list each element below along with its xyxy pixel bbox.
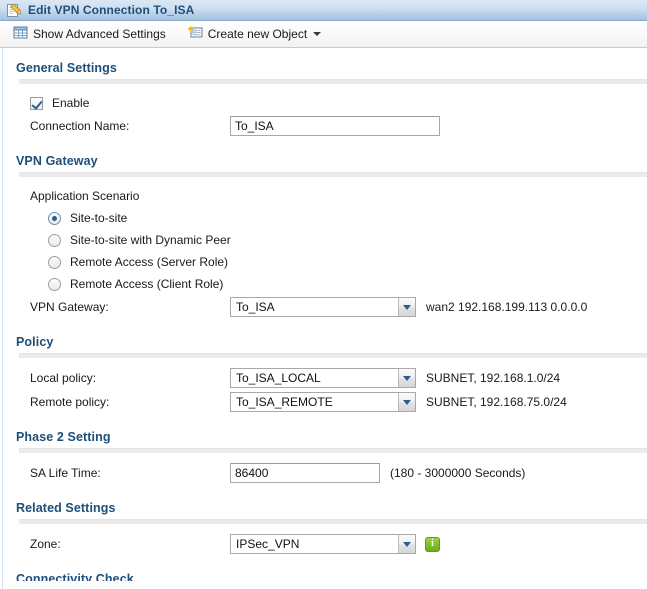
application-scenario-label: Application Scenario bbox=[30, 189, 140, 203]
create-new-object-button[interactable]: Create new Object bbox=[184, 24, 325, 45]
sa-life-time-label: SA Life Time: bbox=[30, 466, 101, 480]
zone-row: Zone: IPSec_VPN i bbox=[0, 532, 647, 556]
window-toolbar: Show Advanced Settings Create new Object bbox=[0, 21, 647, 48]
radio-remote-access-server-role[interactable] bbox=[48, 255, 61, 269]
scenario-option-remote-access-server[interactable]: Remote Access (Server Role) bbox=[0, 251, 647, 273]
vpn-gateway-label: VPN Gateway: bbox=[30, 300, 109, 314]
radio-site-to-site[interactable] bbox=[48, 211, 61, 225]
scenario-option-remote-access-client[interactable]: Remote Access (Client Role) bbox=[0, 273, 647, 295]
radio-label: Site-to-site with Dynamic Peer bbox=[70, 233, 231, 247]
create-new-object-label: Create new Object bbox=[207, 27, 308, 41]
left-accent-rule bbox=[2, 48, 3, 589]
vpn-gateway-selected-value: To_ISA bbox=[236, 300, 275, 314]
chevron-down-icon bbox=[403, 304, 411, 310]
zone-selected-value: IPSec_VPN bbox=[236, 537, 300, 551]
radio-site-to-site-dynamic-peer[interactable] bbox=[48, 233, 61, 247]
dropdown-button[interactable] bbox=[398, 298, 415, 316]
remote-policy-label: Remote policy: bbox=[30, 395, 110, 409]
remote-policy-hint: SUBNET, 192.168.75.0/24 bbox=[426, 395, 567, 409]
section-heading-general: General Settings bbox=[16, 61, 117, 75]
radio-remote-access-client-role[interactable] bbox=[48, 277, 61, 291]
remote-policy-row: Remote policy: To_ISA_REMOTE SUBNET, 192… bbox=[0, 390, 647, 414]
show-advanced-settings-button[interactable]: Show Advanced Settings bbox=[9, 24, 170, 45]
window-title: Edit VPN Connection To_ISA bbox=[28, 3, 195, 17]
connection-name-label: Connection Name: bbox=[30, 119, 130, 133]
section-heading-policy: Policy bbox=[16, 335, 54, 349]
section-heading-vpn-gateway: VPN Gateway bbox=[16, 154, 98, 168]
chevron-down-icon bbox=[403, 375, 411, 381]
enable-label: Enable bbox=[52, 96, 90, 110]
table-grid-icon bbox=[13, 25, 28, 43]
dropdown-button[interactable] bbox=[398, 393, 415, 411]
new-object-icon bbox=[187, 25, 203, 43]
section-vpn-gateway: VPN Gateway bbox=[0, 154, 647, 177]
section-phase-2-setting: Phase 2 Setting bbox=[0, 430, 647, 453]
edit-pencil-icon bbox=[6, 2, 22, 18]
section-heading-phase-2: Phase 2 Setting bbox=[16, 430, 111, 444]
scenario-option-site-to-site-dynamic-peer[interactable]: Site-to-site with Dynamic Peer bbox=[0, 229, 647, 251]
zone-label: Zone: bbox=[30, 537, 61, 551]
section-heading-connectivity-check: Connectivity Check bbox=[16, 572, 134, 581]
chevron-down-icon bbox=[403, 399, 411, 405]
scenario-option-site-to-site[interactable]: Site-to-site bbox=[0, 207, 647, 229]
local-policy-row: Local policy: To_ISA_LOCAL SUBNET, 192.1… bbox=[0, 366, 647, 390]
connection-name-input[interactable] bbox=[230, 116, 440, 136]
remote-policy-selected-value: To_ISA_REMOTE bbox=[236, 395, 333, 409]
connection-name-row: Connection Name: bbox=[0, 114, 647, 138]
radio-label: Remote Access (Server Role) bbox=[70, 255, 229, 269]
radio-label: Remote Access (Client Role) bbox=[70, 277, 224, 291]
section-heading-related-settings: Related Settings bbox=[16, 501, 116, 515]
local-policy-select[interactable]: To_ISA_LOCAL bbox=[230, 368, 416, 388]
sa-life-time-row: SA Life Time: (180 - 3000000 Seconds) bbox=[0, 461, 647, 485]
info-icon[interactable]: i bbox=[425, 536, 440, 552]
chevron-down-icon[interactable] bbox=[313, 32, 322, 36]
settings-content: General Settings Enable Connection Name:… bbox=[0, 48, 647, 589]
edit-vpn-connection-window: Edit VPN Connection To_ISA Show Advanced… bbox=[0, 0, 647, 589]
show-advanced-settings-label: Show Advanced Settings bbox=[33, 27, 166, 41]
enable-checkbox[interactable] bbox=[30, 96, 43, 110]
sa-life-time-input[interactable] bbox=[230, 463, 380, 483]
radio-label: Site-to-site bbox=[70, 211, 128, 225]
remote-policy-select[interactable]: To_ISA_REMOTE bbox=[230, 392, 416, 412]
section-related-settings: Related Settings bbox=[0, 501, 647, 524]
section-general-settings: General Settings bbox=[0, 61, 647, 84]
enable-checkbox-row[interactable]: Enable bbox=[0, 92, 647, 114]
vpn-gateway-select[interactable]: To_ISA bbox=[230, 297, 416, 317]
dropdown-button[interactable] bbox=[398, 369, 415, 387]
zone-select[interactable]: IPSec_VPN bbox=[230, 534, 416, 554]
chevron-down-icon bbox=[403, 541, 411, 547]
dropdown-button[interactable] bbox=[398, 535, 415, 553]
window-titlebar: Edit VPN Connection To_ISA bbox=[0, 0, 647, 21]
vpn-gateway-row: VPN Gateway: To_ISA wan2 192.168.199.113… bbox=[0, 295, 647, 319]
local-policy-label: Local policy: bbox=[30, 371, 97, 385]
local-policy-selected-value: To_ISA_LOCAL bbox=[236, 371, 321, 385]
local-policy-hint: SUBNET, 192.168.1.0/24 bbox=[426, 371, 561, 385]
vpn-gateway-hint: wan2 192.168.199.113 0.0.0.0 bbox=[426, 300, 588, 314]
section-policy: Policy bbox=[0, 335, 647, 358]
section-connectivity-check: Connectivity Check bbox=[0, 572, 647, 581]
sa-life-time-hint: (180 - 3000000 Seconds) bbox=[390, 466, 526, 480]
